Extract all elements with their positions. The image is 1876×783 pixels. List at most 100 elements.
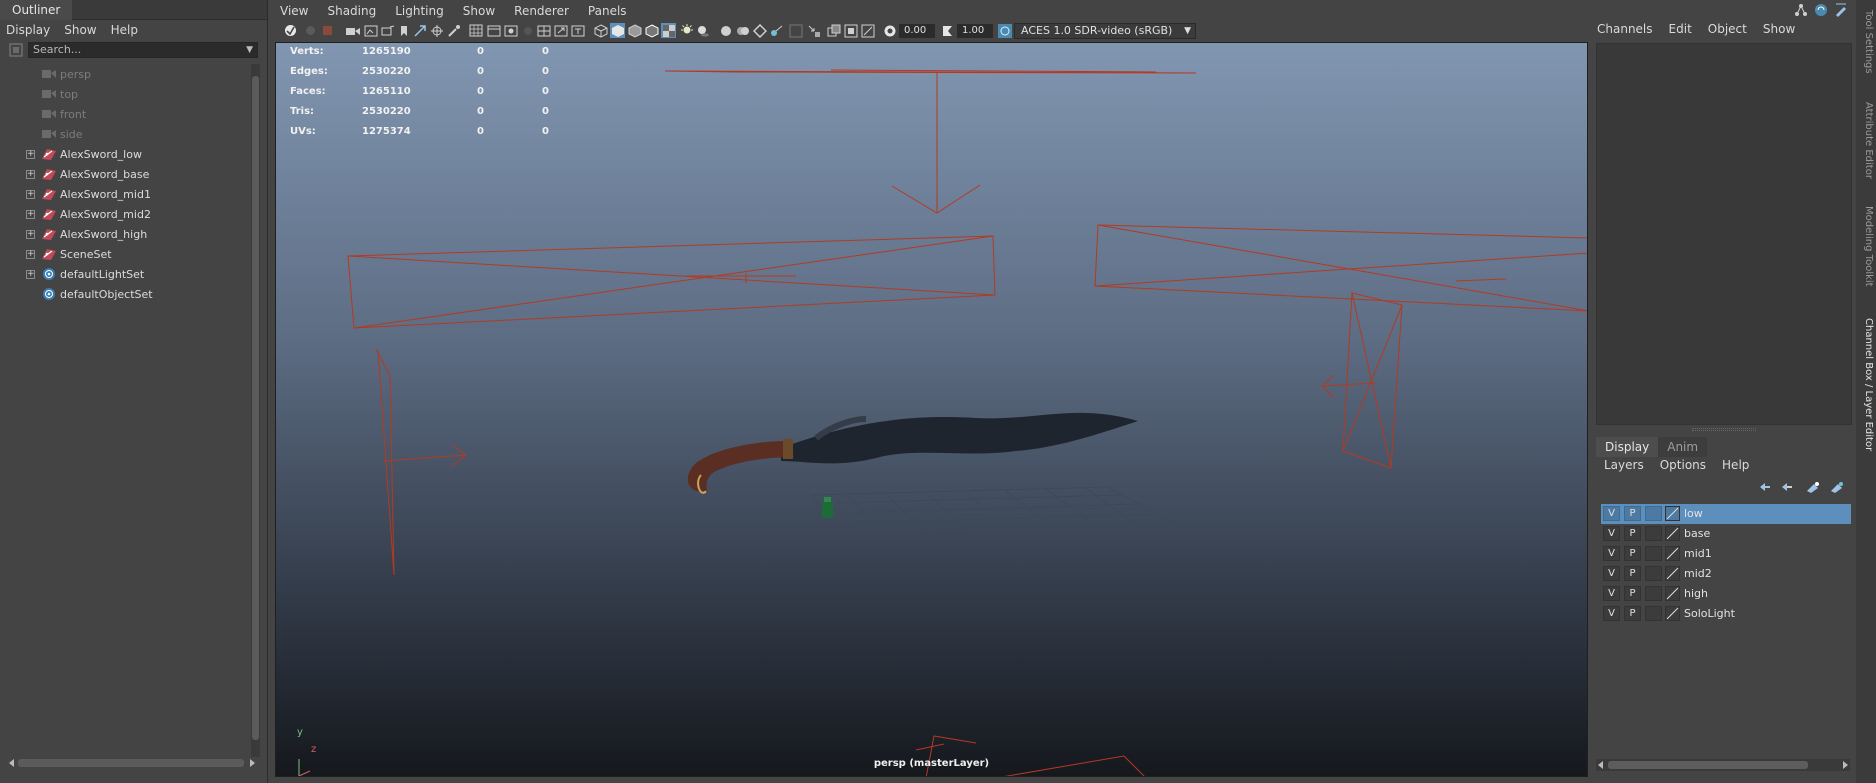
channel-box-menu-object[interactable]: Object	[1708, 22, 1747, 36]
expand-icon[interactable]: +	[26, 189, 35, 199]
workspace-icon[interactable]	[1794, 3, 1808, 17]
layer-menu-layers[interactable]: Layers	[1604, 458, 1644, 472]
filter-icon[interactable]	[8, 42, 24, 58]
viewport-menu-panels[interactable]: Panels	[588, 4, 627, 18]
tab-display[interactable]: Display	[1596, 437, 1659, 457]
layer-display-type-toggle[interactable]	[1645, 506, 1662, 521]
channel-box-menu-show[interactable]: Show	[1763, 22, 1795, 36]
outliner-item[interactable]: + SceneSet	[0, 244, 256, 264]
xray-icon[interactable]	[806, 23, 821, 38]
backface-culling-icon[interactable]	[860, 23, 875, 38]
new-layer-icon[interactable]	[1805, 481, 1821, 493]
motion-blur-icon[interactable]	[735, 23, 750, 38]
bookmark-icon[interactable]	[345, 23, 360, 38]
outliner-item[interactable]: + AlexSword_low	[0, 144, 256, 164]
scroll-right-icon[interactable]	[1841, 760, 1849, 770]
wireframe-icon[interactable]	[468, 23, 483, 38]
layer-name[interactable]: mid2	[1684, 567, 1712, 580]
layer-visibility-toggle[interactable]: V	[1603, 546, 1620, 561]
layer-row[interactable]: V Phigh	[1601, 584, 1851, 604]
scroll-right-icon[interactable]	[248, 758, 256, 768]
outliner-horizontal-scrollbar[interactable]	[8, 758, 255, 768]
layer-playback-toggle[interactable]: P	[1624, 606, 1641, 621]
outliner-item[interactable]: top	[0, 84, 256, 104]
layer-display-type-toggle[interactable]	[1645, 586, 1662, 601]
outliner-title[interactable]: Outliner	[0, 0, 73, 20]
layer-editor-horizontal-scrollbar[interactable]	[1596, 759, 1850, 771]
film-gate-icon[interactable]	[486, 23, 501, 38]
wireframe-on-shaded-icon[interactable]	[644, 23, 659, 38]
wireframe-shading-icon[interactable]	[593, 23, 608, 38]
chevron-down-icon[interactable]: ▼	[246, 43, 253, 57]
layer-display-type-toggle[interactable]	[1645, 606, 1662, 621]
layer-color-swatch[interactable]	[1665, 506, 1680, 521]
layer-row[interactable]: V Pmid1	[1601, 544, 1851, 564]
outliner-item[interactable]: front	[0, 104, 256, 124]
tab-channel-box-layer-editor[interactable]: Channel Box / Layer Editor	[1858, 318, 1874, 451]
isolate-select-icon[interactable]	[788, 23, 803, 38]
layer-visibility-toggle[interactable]: V	[1603, 526, 1620, 541]
bookmark-flag-icon[interactable]	[396, 23, 411, 38]
layer-display-type-toggle[interactable]	[1645, 546, 1662, 561]
shadows-icon[interactable]	[695, 23, 710, 38]
edit-pencil-icon[interactable]	[1834, 3, 1848, 17]
anti-aliasing-icon[interactable]	[752, 23, 767, 38]
screen-space-ao-icon[interactable]	[718, 23, 733, 38]
layer-row[interactable]: V P SoloLight	[1601, 604, 1851, 624]
scrollbar-thumb[interactable]	[252, 76, 259, 740]
paint-icon[interactable]	[446, 23, 461, 38]
layer-name[interactable]: mid1	[1684, 547, 1712, 560]
area-light-left[interactable]	[347, 235, 996, 329]
layer-playback-toggle[interactable]: P	[1624, 566, 1641, 581]
viewport-menu-shading[interactable]: Shading	[327, 4, 376, 18]
layer-row[interactable]: V Pbase	[1601, 524, 1851, 544]
layer-playback-toggle[interactable]: P	[1624, 526, 1641, 541]
tab-tool-settings[interactable]: Tool Settings	[1858, 10, 1874, 74]
layer-display-type-toggle[interactable]	[1645, 566, 1662, 581]
layer-name[interactable]: low	[1684, 507, 1703, 520]
xray-active-components-icon[interactable]	[843, 23, 858, 38]
scroll-left-icon[interactable]	[1597, 760, 1605, 770]
layer-menu-options[interactable]: Options	[1660, 458, 1706, 472]
viewport-menu-renderer[interactable]: Renderer	[514, 4, 569, 18]
outliner-item[interactable]: + AlexSword_mid2	[0, 204, 256, 224]
scroll-left-icon[interactable]	[8, 758, 16, 768]
outliner-item[interactable]: + AlexSword_base	[0, 164, 256, 184]
layer-visibility-toggle[interactable]: V	[1603, 506, 1620, 521]
safe-action-icon[interactable]	[553, 23, 568, 38]
safe-title-icon[interactable]	[570, 23, 585, 38]
layer-color-swatch[interactable]	[1665, 546, 1680, 561]
expand-icon[interactable]: +	[26, 169, 35, 179]
field-chart-icon[interactable]	[536, 23, 551, 38]
spot-light-left[interactable]	[375, 348, 467, 576]
layer-name[interactable]: SoloLight	[1684, 607, 1735, 620]
tab-modeling-toolkit[interactable]: Modeling Toolkit	[1858, 206, 1874, 287]
resolution-gate-icon[interactable]	[503, 23, 518, 38]
expand-icon[interactable]: +	[26, 269, 35, 279]
expand-icon[interactable]: +	[26, 149, 35, 159]
panel-splitter[interactable]	[1692, 428, 1756, 431]
viewport-menu-lighting[interactable]: Lighting	[395, 4, 444, 18]
layer-color-swatch[interactable]	[1665, 526, 1680, 541]
viewport-canvas[interactable]: Verts: 1265190 0 0 Edges: 2530220 0 0 Faces: 1265…	[275, 42, 1588, 777]
outliner-vertical-scrollbar[interactable]	[251, 64, 260, 757]
outliner-search-input[interactable]: Search... ▼	[28, 42, 258, 58]
layer-playback-toggle[interactable]: P	[1624, 546, 1641, 561]
viewport-menu-view[interactable]: View	[280, 4, 308, 18]
directional-light-top[interactable]	[664, 69, 1197, 214]
layer-visibility-toggle[interactable]: V	[1603, 606, 1620, 621]
scrollbar-thumb[interactable]	[1608, 761, 1808, 769]
move-layer-down-icon[interactable]	[1779, 481, 1793, 493]
viewport-menu-show[interactable]: Show	[463, 4, 495, 18]
move-tool-icon[interactable]	[412, 23, 427, 38]
layer-visibility-toggle[interactable]: V	[1603, 586, 1620, 601]
channel-box-area[interactable]	[1596, 43, 1852, 425]
outliner-item[interactable]: defaultObjectSet	[0, 284, 256, 304]
gamma-icon[interactable]	[940, 23, 955, 38]
color-management-icon[interactable]	[997, 23, 1012, 38]
lights-icon[interactable]	[679, 23, 694, 38]
outliner-item[interactable]: + AlexSword_mid1	[0, 184, 256, 204]
xray-joints-icon[interactable]	[826, 23, 841, 38]
outliner-menu-help[interactable]: Help	[111, 23, 138, 37]
scrollbar-thumb[interactable]	[18, 759, 244, 767]
